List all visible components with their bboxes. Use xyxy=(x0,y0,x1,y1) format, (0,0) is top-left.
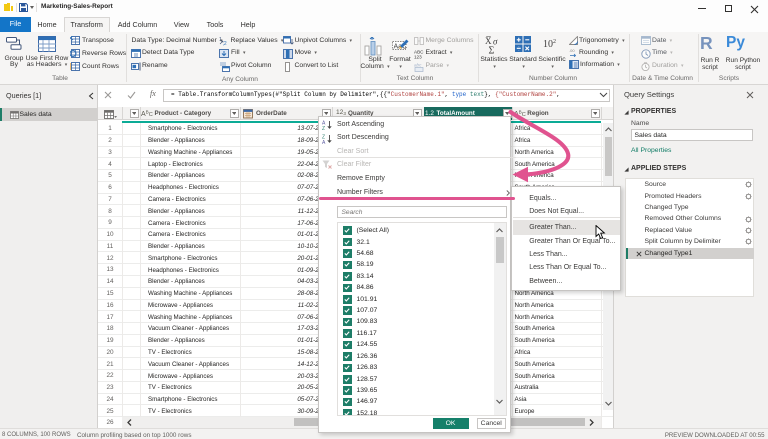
svg-text:Σ: Σ xyxy=(489,45,495,55)
svg-text:X̅: X̅ xyxy=(485,36,492,46)
svg-text:A: A xyxy=(322,140,326,144)
svg-text:123: 123 xyxy=(414,54,422,59)
svg-text:abc: abc xyxy=(414,62,422,67)
svg-text:Z: Z xyxy=(322,126,325,130)
svg-text:.00: .00 xyxy=(569,48,575,53)
